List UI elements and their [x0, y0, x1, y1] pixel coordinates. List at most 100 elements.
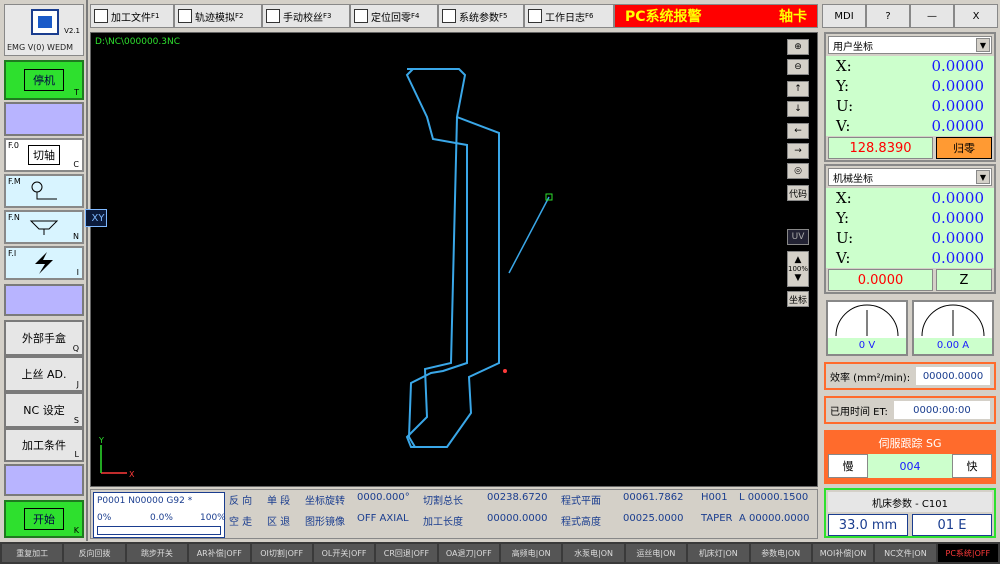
nc-settings-button[interactable]: NC 设定 S: [4, 392, 84, 428]
wire-threading-button[interactable]: 上丝 AD. J: [4, 356, 84, 392]
zoom-in-button[interactable]: ⊕: [787, 39, 809, 55]
logo-tag: V2.1: [64, 27, 80, 35]
total-cut-length-value: 00238.6720: [487, 492, 548, 503]
minimize-button[interactable]: —: [910, 4, 954, 28]
wire-button[interactable]: F.M: [4, 174, 84, 208]
dry-run-label[interactable]: 空 走: [229, 513, 263, 528]
tab-position-home[interactable]: 定位回零 F4: [350, 4, 438, 28]
tab-machining-file[interactable]: 加工文件 F1: [90, 4, 174, 28]
close-button[interactable]: X: [954, 4, 998, 28]
user-u-row: U: 0.0000: [826, 96, 994, 116]
mirror-value: OFF AXIAL: [357, 513, 409, 524]
machine-coord-select[interactable]: 机械坐标 ▼: [828, 168, 992, 186]
arrow-up-icon: ▲: [794, 255, 802, 265]
location-icon: [354, 9, 368, 23]
status-panel: P0001 N00000 G92 * 0% 0.0% 100% 反 向 单 段 …: [90, 489, 818, 539]
z-button[interactable]: Z: [936, 269, 992, 291]
svg-text:Y: Y: [98, 436, 104, 445]
zero-button[interactable]: 归零: [936, 137, 992, 159]
status-item[interactable]: 反向回拨: [64, 544, 125, 562]
pan-right-button[interactable]: →: [787, 143, 809, 159]
status-item[interactable]: CR回退|OFF: [376, 544, 437, 562]
right-panel: MDI ? — X 用户坐标 ▼ X: 0.0000 Y: 0.0000 U: 0.00…: [820, 0, 1000, 541]
file-icon: [94, 9, 108, 23]
nozzle-button[interactable]: F.N N: [4, 210, 84, 244]
alarm-banner: PC系统报警 轴卡: [614, 4, 818, 28]
tab-path-simulation[interactable]: 轨迹模拟 F2: [174, 4, 262, 28]
pan-up-button[interactable]: ↑: [787, 81, 809, 97]
servo-fast-button[interactable]: 快: [952, 454, 992, 478]
xy-view-button[interactable]: XY: [85, 209, 107, 227]
a-value: A 00000.0000: [739, 513, 810, 524]
l-value: L 00000.1500: [739, 492, 809, 503]
reverse-label[interactable]: 反 向: [229, 492, 263, 507]
tab-system-params[interactable]: 系统参数 F5: [438, 4, 524, 28]
machine-z-value: 0.0000: [828, 269, 933, 291]
top-toolbar: 加工文件 F1 轨迹模拟 F2 手动校丝 F3 定位回零 F4 系统参数 F5 工作日志 F…: [90, 4, 818, 28]
coord-rotation-label: 坐标旋转: [305, 496, 345, 507]
pan-left-button[interactable]: ←: [787, 123, 809, 139]
tab-manual-wire-align[interactable]: 手动校丝 F3: [262, 4, 350, 28]
mirror-label: 图形镜像: [305, 517, 345, 528]
cut-axis-button[interactable]: F.0 切轴 C: [4, 138, 84, 172]
machine-x-row: X: 0.0000: [826, 188, 994, 208]
status-item[interactable]: NC文件|ON: [875, 544, 936, 562]
left-blank-button-1[interactable]: [4, 102, 84, 136]
pan-down-button[interactable]: ↓: [787, 101, 809, 117]
voltage-dial-icon: [835, 304, 899, 337]
machined-length-value: 00000.0000: [487, 513, 548, 524]
status-item[interactable]: OI切割|OFF: [251, 544, 312, 562]
status-item[interactable]: 机床灯|ON: [688, 544, 749, 562]
start-button[interactable]: 开始 K: [4, 500, 84, 538]
tab-work-log[interactable]: 工作日志 F6: [524, 4, 614, 28]
code-view-button[interactable]: 代码: [787, 185, 809, 201]
external-handbox-button[interactable]: 外部手盒 Q: [4, 320, 84, 356]
machine-z-row: 0.0000 Z: [828, 269, 992, 291]
logo-version: EMG V(0) WEDM: [7, 43, 74, 52]
fit-view-button[interactable]: ◎: [787, 163, 809, 179]
single-block-label[interactable]: 单 段: [267, 492, 301, 507]
zoom-out-button[interactable]: ⊖: [787, 59, 809, 75]
efficiency-value: 00000.0000: [916, 367, 990, 385]
uv-view-button[interactable]: UV: [787, 229, 809, 245]
machine-params-title[interactable]: 机床参数 - C101: [828, 492, 992, 512]
power-button[interactable]: F.I I: [4, 246, 84, 280]
app-window: V2.1 EMG V(0) WEDM 停机 T F.0 切轴 C F.M F.N…: [0, 0, 1000, 564]
status-item[interactable]: AR补偿|OFF: [189, 544, 250, 562]
status-item[interactable]: 参数电|ON: [750, 544, 811, 562]
program-status-box: P0001 N00000 G92 * 0% 0.0% 100%: [93, 492, 226, 538]
zoom-percent-control[interactable]: ▲ 100% ▼: [787, 251, 809, 287]
status-item[interactable]: 跳步开关: [126, 544, 188, 562]
machining-conditions-button[interactable]: 加工条件 L: [4, 428, 84, 462]
coord-rotation-value: 0000.000°: [357, 492, 410, 503]
user-v-row: V: 0.0000: [826, 116, 994, 136]
machine-y-row: Y: 0.0000: [826, 208, 994, 228]
program-height-label: 程式高度: [561, 517, 601, 528]
retract-label[interactable]: 区 退: [267, 513, 301, 528]
taper-label: TAPER: [701, 513, 733, 524]
status-item[interactable]: MOI补偿|ON: [812, 544, 874, 562]
machine-param-value-2: 01 E: [912, 514, 992, 536]
mdi-button[interactable]: MDI: [822, 4, 866, 28]
machine-coordinates-panel: 机械坐标 ▼ X: 0.0000 Y: 0.0000 U: 0.0000 V: 0.000…: [824, 164, 996, 294]
status-item[interactable]: 重复加工: [2, 544, 63, 562]
logo-badge-icon: [31, 9, 59, 35]
status-item[interactable]: OL开关|OFF: [313, 544, 375, 562]
servo-slow-button[interactable]: 慢: [828, 454, 868, 478]
toolpath-canvas[interactable]: D:\NC\000000.3NC X Y ⊕ ⊖ ↑ ↓ ← → ◎ 代码 XY…: [85, 32, 818, 487]
toolpath-drawing: X Y: [98, 68, 553, 479]
help-button[interactable]: ?: [866, 4, 910, 28]
status-item[interactable]: OA退刀|OFF: [438, 544, 499, 562]
status-item[interactable]: 水泵电|ON: [563, 544, 624, 562]
user-coord-select[interactable]: 用户坐标 ▼: [828, 36, 992, 54]
coordinate-view-button[interactable]: 坐标: [787, 291, 809, 307]
stop-button[interactable]: 停机 T: [4, 60, 84, 100]
user-coordinates-panel: 用户坐标 ▼ X: 0.0000 Y: 0.0000 U: 0.0000 V: 0.000…: [824, 32, 996, 162]
left-blank-button-2[interactable]: [4, 284, 84, 316]
status-item[interactable]: 高频电|ON: [501, 544, 562, 562]
status-item[interactable]: 运丝电|ON: [625, 544, 687, 562]
status-grid: 反 向 单 段 坐标旋转 0000.000° 切割总长 00238.6720 程…: [229, 492, 813, 528]
simulation-icon: [178, 9, 192, 23]
status-item-pc-system[interactable]: PC系统|OFF: [937, 544, 998, 562]
left-blank-button-3[interactable]: [4, 464, 84, 496]
